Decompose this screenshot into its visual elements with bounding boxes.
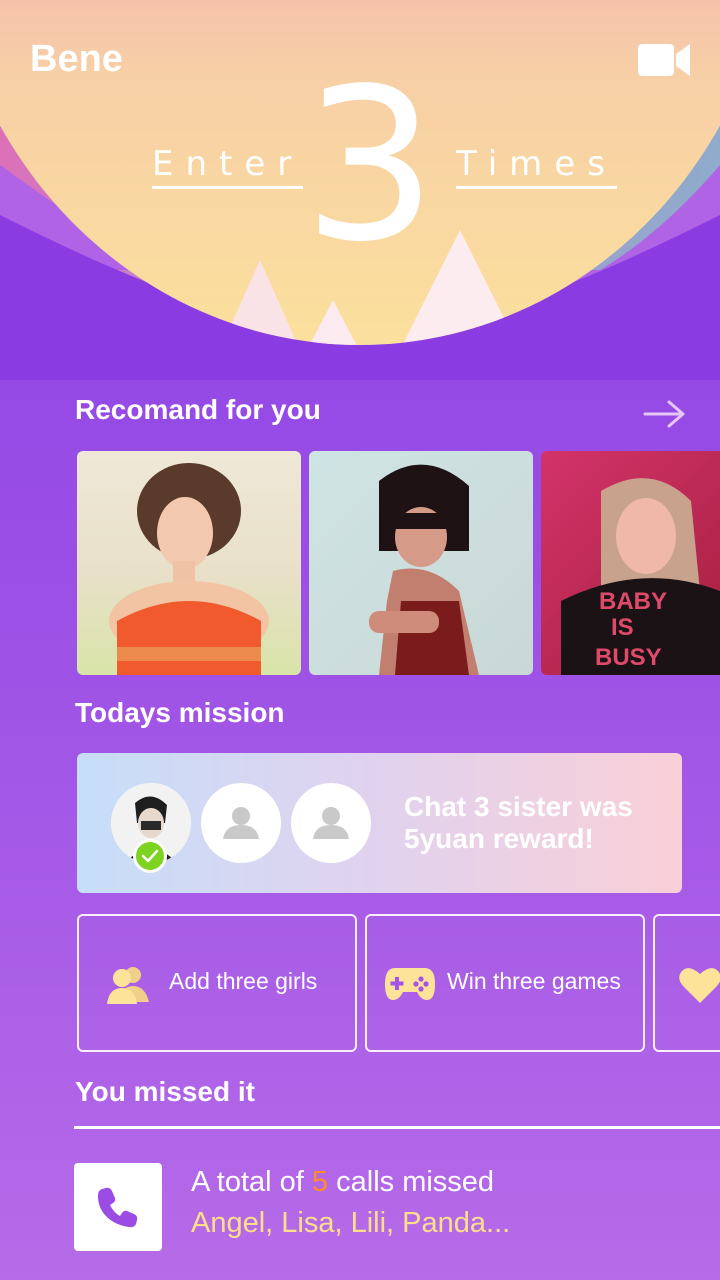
video-camera-icon[interactable] (638, 42, 690, 78)
arrow-right-icon[interactable] (643, 398, 687, 430)
task-label: Win three games (447, 968, 621, 994)
svg-text:IS: IS (611, 614, 634, 641)
missed-suffix: calls missed (328, 1166, 495, 1198)
recommended-profile-photo[interactable] (77, 451, 301, 675)
app-name: Bene (30, 38, 123, 80)
task-win-three-games[interactable]: Win three games (365, 914, 645, 1052)
svg-text:BABY: BABY (599, 588, 667, 615)
task-add-three-girls[interactable]: Add three girls (77, 914, 357, 1052)
task-heart[interactable] (653, 914, 720, 1052)
svg-text:BUSY: BUSY (595, 644, 662, 671)
missed-calls-summary: A total of 5 calls missed (191, 1166, 494, 1199)
missed-caller-names: Angel, Lisa, Lili, Panda... (191, 1207, 511, 1239)
mountain-peak (307, 300, 359, 345)
mission-reward-text: Chat 3 sister was 5yuan reward! (404, 791, 633, 854)
users-icon (105, 964, 151, 1009)
missed-count: 5 (311, 1166, 329, 1198)
times-label: Times (456, 144, 617, 189)
heart-icon (679, 966, 720, 1009)
gamepad-icon (385, 964, 435, 1007)
recommended-profile-photo[interactable]: BABY IS BUSY (541, 451, 720, 675)
missed-calls-button[interactable] (74, 1163, 162, 1251)
phone-icon (96, 1185, 140, 1234)
missed-title: You missed it (75, 1076, 255, 1107)
check-badge-icon (133, 839, 167, 873)
missed-prefix: A total of (191, 1166, 312, 1198)
enter-count: 3 (303, 43, 437, 288)
mountain-peak (220, 260, 300, 345)
section-divider (74, 1126, 720, 1129)
task-label: Add three girls (169, 968, 318, 994)
recommended-profile-photo[interactable] (309, 451, 533, 675)
mission-title: Todays mission (75, 697, 285, 728)
recommend-title: Recomand for you (75, 394, 321, 425)
mission-card[interactable]: Chat 3 sister was 5yuan reward! (77, 753, 682, 893)
enter-label: Enter (152, 144, 304, 189)
avatar-empty (291, 783, 371, 863)
avatar-empty (201, 783, 281, 863)
hero-banner: Bene Enter 3 Times (0, 0, 720, 380)
